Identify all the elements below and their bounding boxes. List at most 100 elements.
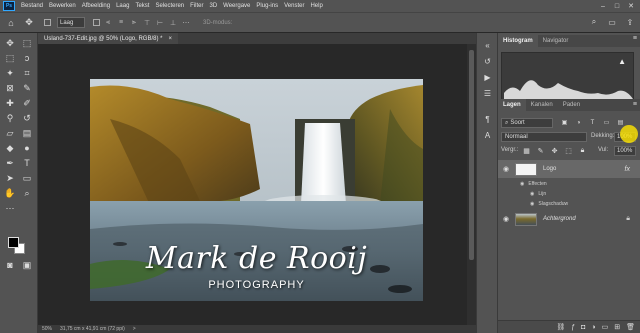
- character-panel-icon[interactable]: A: [481, 129, 494, 142]
- link-layers-icon[interactable]: ⛓: [556, 323, 565, 331]
- foreground-color-swatch[interactable]: [8, 237, 19, 248]
- more-options-icon[interactable]: ⋯: [181, 18, 191, 28]
- menu-help[interactable]: Help: [307, 3, 325, 9]
- paragraph-panel-icon[interactable]: ¶: [481, 113, 494, 126]
- gradient-icon[interactable]: ▤: [19, 127, 35, 140]
- layer-row-background[interactable]: ◉ Achtergrond 🔒︎: [498, 210, 640, 228]
- brush-icon[interactable]: ✐: [19, 97, 35, 110]
- menu-laag[interactable]: Laag: [113, 3, 132, 9]
- filter-adjustment-icon[interactable]: ◑: [574, 118, 583, 127]
- lock-all-icon[interactable]: 🔒︎: [578, 146, 587, 155]
- align-left-icon[interactable]: ⫷: [103, 18, 113, 28]
- align-top-icon[interactable]: ⊤: [142, 18, 152, 28]
- menu-bewerken[interactable]: Bewerken: [46, 3, 79, 9]
- clone-stamp-icon[interactable]: ⚲: [2, 112, 18, 125]
- quick-mask-icon[interactable]: ◙: [2, 259, 18, 272]
- actions-panel-icon[interactable]: ▶: [481, 71, 494, 84]
- hand-icon[interactable]: ✋: [2, 187, 18, 200]
- align-bottom-icon[interactable]: ⊥: [168, 18, 178, 28]
- eyedropper-icon[interactable]: ✎: [19, 82, 35, 95]
- search-icon[interactable]: ⌕: [588, 16, 600, 28]
- delete-layer-icon[interactable]: 🗑︎: [626, 323, 635, 331]
- filter-pixel-icon[interactable]: ▣: [560, 118, 569, 127]
- more-tools-icon[interactable]: ⋯: [2, 202, 18, 215]
- rectangle-icon[interactable]: ▭: [19, 172, 35, 185]
- properties-panel-icon[interactable]: ☰: [481, 87, 494, 100]
- tab-channels[interactable]: Kanalen: [526, 99, 558, 111]
- collapse-panels-icon[interactable]: «: [481, 39, 494, 52]
- show-transform-checkbox[interactable]: [93, 19, 100, 26]
- document-tab[interactable]: Usland-737-Edit.jpg @ 50% (Logo, RGB/8) …: [38, 33, 178, 44]
- frame-icon[interactable]: ⊠: [2, 82, 18, 95]
- status-zoom[interactable]: 50%: [42, 326, 52, 332]
- tab-layers[interactable]: Lagen: [498, 99, 526, 111]
- align-middle-icon[interactable]: ⊢: [155, 18, 165, 28]
- photoshop-logo[interactable]: Ps: [3, 1, 15, 11]
- add-mask-icon[interactable]: ◘: [581, 324, 585, 331]
- maximize-button[interactable]: □: [610, 3, 624, 10]
- layer-row-logo[interactable]: ◉ Logo fx: [498, 160, 640, 178]
- workspace-icon[interactable]: ▭: [606, 16, 618, 28]
- effect-row-drop-shadow[interactable]: ◉ Slagschaduw: [498, 198, 640, 209]
- close-window-button[interactable]: ✕: [624, 2, 638, 10]
- visibility-eye-icon[interactable]: ◉: [501, 165, 511, 173]
- adjustment-layer-icon[interactable]: ◑: [591, 324, 595, 331]
- layers-panel-menu-icon[interactable]: ≡: [633, 101, 637, 108]
- tab-navigator[interactable]: Navigator: [538, 35, 574, 47]
- lasso-icon[interactable]: ↄ: [19, 52, 35, 65]
- lock-position-icon[interactable]: ✥: [550, 146, 559, 155]
- dodge-icon[interactable]: ●: [19, 142, 35, 155]
- align-right-icon[interactable]: ⫸: [129, 18, 139, 28]
- status-arrow-icon[interactable]: >: [133, 326, 136, 332]
- auto-select-checkbox[interactable]: [44, 19, 51, 26]
- histogram-panel-menu-icon[interactable]: ≡: [633, 35, 637, 42]
- menu-3d[interactable]: 3D: [206, 3, 220, 9]
- filter-type-icon[interactable]: T: [588, 118, 597, 127]
- crop-icon[interactable]: ⌗: [19, 67, 35, 80]
- home-icon[interactable]: ⌂: [4, 16, 18, 30]
- fx-icon[interactable]: fx: [625, 166, 630, 173]
- effects-eye-icon[interactable]: ◉: [520, 181, 524, 187]
- history-brush-icon[interactable]: ↺: [19, 112, 35, 125]
- menu-tekst[interactable]: Tekst: [132, 3, 152, 9]
- pen-icon[interactable]: ✒: [2, 157, 18, 170]
- eraser-icon[interactable]: ▱: [2, 127, 18, 140]
- marquee-icon[interactable]: ⬚: [2, 52, 18, 65]
- visibility-eye-icon[interactable]: ◉: [501, 215, 511, 223]
- menu-venster[interactable]: Venster: [281, 3, 307, 9]
- lock-transparency-icon[interactable]: ▦: [522, 146, 531, 155]
- new-layer-icon[interactable]: ⊞: [614, 323, 620, 331]
- close-tab-icon[interactable]: ×: [168, 36, 172, 42]
- drop-shadow-eye-icon[interactable]: ◉: [530, 201, 534, 207]
- magic-wand-icon[interactable]: ✦: [2, 67, 18, 80]
- add-style-icon[interactable]: ƒ: [571, 324, 575, 331]
- move-tool-icon[interactable]: ✥: [22, 16, 36, 30]
- blend-mode-dropdown[interactable]: Normaal: [501, 132, 587, 142]
- stroke-eye-icon[interactable]: ◉: [530, 191, 534, 197]
- warning-icon[interactable]: ▲: [618, 57, 626, 66]
- menu-bestand[interactable]: Bestand: [18, 3, 46, 9]
- tab-paths[interactable]: Paden: [558, 99, 585, 111]
- artboard-icon[interactable]: ⬚: [19, 37, 35, 50]
- menu-plug-ins[interactable]: Plug-ins: [253, 3, 281, 9]
- lock-artboard-icon[interactable]: ⬚: [564, 146, 573, 155]
- move-icon[interactable]: ✥: [2, 37, 18, 50]
- zoom-icon[interactable]: ⌕: [19, 187, 35, 200]
- new-group-icon[interactable]: ▭: [602, 323, 609, 331]
- filter-shape-icon[interactable]: ▭: [602, 118, 611, 127]
- layer-filter-dropdown[interactable]: ⌕ Soort: [501, 118, 553, 128]
- history-panel-icon[interactable]: ↺: [481, 55, 494, 68]
- scrollbar-thumb[interactable]: [469, 50, 474, 260]
- menu-selecteren[interactable]: Selecteren: [152, 3, 187, 9]
- type-icon[interactable]: T: [19, 157, 35, 170]
- share-icon[interactable]: ⇪: [624, 16, 636, 28]
- blur-icon[interactable]: ◆: [2, 142, 18, 155]
- healing-brush-icon[interactable]: ✚: [2, 97, 18, 110]
- canvas-image[interactable]: Mark de Rooij PHOTOGRAPHY: [90, 79, 423, 301]
- lock-image-icon[interactable]: ✎: [536, 146, 545, 155]
- tab-histogram[interactable]: Histogram: [498, 35, 538, 47]
- menu-filter[interactable]: Filter: [187, 3, 206, 9]
- vertical-scrollbar[interactable]: [467, 44, 476, 325]
- menu-weergave[interactable]: Weergave: [220, 3, 253, 9]
- fill-input[interactable]: 100%: [614, 146, 636, 156]
